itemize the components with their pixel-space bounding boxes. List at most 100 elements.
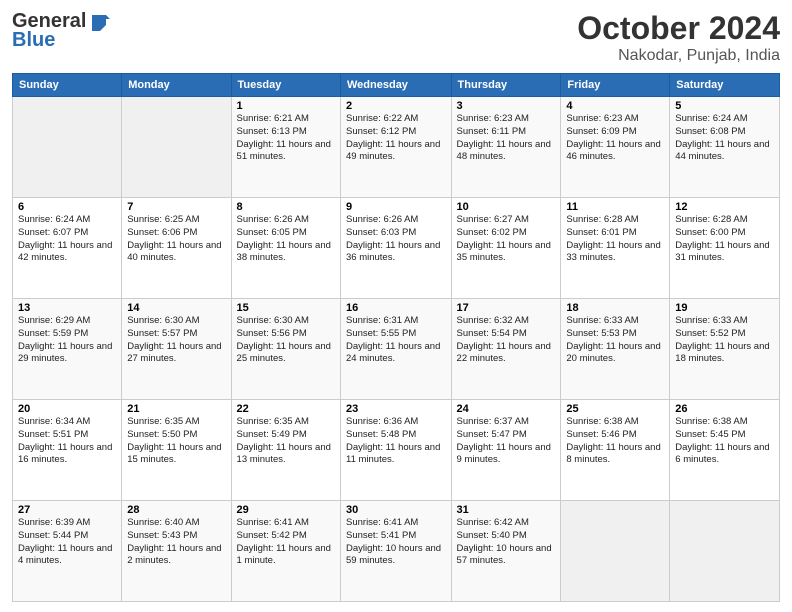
- day-number: 9: [346, 201, 446, 213]
- day-cell: 22Sunrise: 6:35 AM Sunset: 5:49 PM Dayli…: [231, 400, 340, 501]
- day-cell: 7Sunrise: 6:25 AM Sunset: 6:06 PM Daylig…: [122, 198, 231, 299]
- day-info: Sunrise: 6:41 AM Sunset: 5:42 PM Dayligh…: [237, 517, 335, 568]
- day-cell: 12Sunrise: 6:28 AM Sunset: 6:00 PM Dayli…: [670, 198, 780, 299]
- day-cell: 29Sunrise: 6:41 AM Sunset: 5:42 PM Dayli…: [231, 501, 340, 602]
- day-cell: 24Sunrise: 6:37 AM Sunset: 5:47 PM Dayli…: [451, 400, 561, 501]
- day-info: Sunrise: 6:30 AM Sunset: 5:57 PM Dayligh…: [127, 315, 225, 366]
- day-number: 17: [457, 302, 556, 314]
- day-info: Sunrise: 6:41 AM Sunset: 5:41 PM Dayligh…: [346, 517, 446, 568]
- calendar-header: SundayMondayTuesdayWednesdayThursdayFrid…: [13, 74, 780, 97]
- day-number: 1: [237, 100, 335, 112]
- day-info: Sunrise: 6:27 AM Sunset: 6:02 PM Dayligh…: [457, 214, 556, 265]
- day-cell: 21Sunrise: 6:35 AM Sunset: 5:50 PM Dayli…: [122, 400, 231, 501]
- day-info: Sunrise: 6:38 AM Sunset: 5:45 PM Dayligh…: [675, 416, 774, 467]
- day-cell: [13, 97, 122, 198]
- day-cell: 2Sunrise: 6:22 AM Sunset: 6:12 PM Daylig…: [341, 97, 452, 198]
- day-number: 8: [237, 201, 335, 213]
- day-info: Sunrise: 6:35 AM Sunset: 5:50 PM Dayligh…: [127, 416, 225, 467]
- day-cell: 8Sunrise: 6:26 AM Sunset: 6:05 PM Daylig…: [231, 198, 340, 299]
- day-cell: 19Sunrise: 6:33 AM Sunset: 5:52 PM Dayli…: [670, 299, 780, 400]
- day-cell: 31Sunrise: 6:42 AM Sunset: 5:40 PM Dayli…: [451, 501, 561, 602]
- day-number: 6: [18, 201, 116, 213]
- day-info: Sunrise: 6:28 AM Sunset: 6:01 PM Dayligh…: [566, 214, 664, 265]
- day-info: Sunrise: 6:24 AM Sunset: 6:08 PM Dayligh…: [675, 113, 774, 164]
- day-number: 30: [346, 504, 446, 516]
- title-area: October 2024 Nakodar, Punjab, India: [577, 10, 780, 65]
- header-cell-wednesday: Wednesday: [341, 74, 452, 97]
- day-number: 7: [127, 201, 225, 213]
- day-info: Sunrise: 6:29 AM Sunset: 5:59 PM Dayligh…: [18, 315, 116, 366]
- day-number: 10: [457, 201, 556, 213]
- month-title: October 2024: [577, 10, 780, 47]
- header-cell-sunday: Sunday: [13, 74, 122, 97]
- day-number: 24: [457, 403, 556, 415]
- calendar-body: 1Sunrise: 6:21 AM Sunset: 6:13 PM Daylig…: [13, 97, 780, 602]
- logo-bird-icon: [88, 11, 110, 33]
- day-info: Sunrise: 6:33 AM Sunset: 5:52 PM Dayligh…: [675, 315, 774, 366]
- day-info: Sunrise: 6:23 AM Sunset: 6:09 PM Dayligh…: [566, 113, 664, 164]
- day-info: Sunrise: 6:38 AM Sunset: 5:46 PM Dayligh…: [566, 416, 664, 467]
- day-info: Sunrise: 6:23 AM Sunset: 6:11 PM Dayligh…: [457, 113, 556, 164]
- day-number: 25: [566, 403, 664, 415]
- day-cell: 6Sunrise: 6:24 AM Sunset: 6:07 PM Daylig…: [13, 198, 122, 299]
- day-info: Sunrise: 6:31 AM Sunset: 5:55 PM Dayligh…: [346, 315, 446, 366]
- day-cell: 25Sunrise: 6:38 AM Sunset: 5:46 PM Dayli…: [561, 400, 670, 501]
- week-row-2: 13Sunrise: 6:29 AM Sunset: 5:59 PM Dayli…: [13, 299, 780, 400]
- day-cell: 15Sunrise: 6:30 AM Sunset: 5:56 PM Dayli…: [231, 299, 340, 400]
- day-number: 26: [675, 403, 774, 415]
- day-number: 11: [566, 201, 664, 213]
- day-cell: 4Sunrise: 6:23 AM Sunset: 6:09 PM Daylig…: [561, 97, 670, 198]
- day-info: Sunrise: 6:39 AM Sunset: 5:44 PM Dayligh…: [18, 517, 116, 568]
- day-number: 14: [127, 302, 225, 314]
- day-number: 22: [237, 403, 335, 415]
- day-cell: 10Sunrise: 6:27 AM Sunset: 6:02 PM Dayli…: [451, 198, 561, 299]
- day-info: Sunrise: 6:24 AM Sunset: 6:07 PM Dayligh…: [18, 214, 116, 265]
- day-cell: 26Sunrise: 6:38 AM Sunset: 5:45 PM Dayli…: [670, 400, 780, 501]
- day-cell: 28Sunrise: 6:40 AM Sunset: 5:43 PM Dayli…: [122, 501, 231, 602]
- day-info: Sunrise: 6:33 AM Sunset: 5:53 PM Dayligh…: [566, 315, 664, 366]
- week-row-0: 1Sunrise: 6:21 AM Sunset: 6:13 PM Daylig…: [13, 97, 780, 198]
- day-cell: 3Sunrise: 6:23 AM Sunset: 6:11 PM Daylig…: [451, 97, 561, 198]
- day-cell: 16Sunrise: 6:31 AM Sunset: 5:55 PM Dayli…: [341, 299, 452, 400]
- day-number: 18: [566, 302, 664, 314]
- day-info: Sunrise: 6:36 AM Sunset: 5:48 PM Dayligh…: [346, 416, 446, 467]
- day-cell: [561, 501, 670, 602]
- day-cell: 17Sunrise: 6:32 AM Sunset: 5:54 PM Dayli…: [451, 299, 561, 400]
- day-info: Sunrise: 6:26 AM Sunset: 6:03 PM Dayligh…: [346, 214, 446, 265]
- day-number: 12: [675, 201, 774, 213]
- day-number: 31: [457, 504, 556, 516]
- day-cell: 9Sunrise: 6:26 AM Sunset: 6:03 PM Daylig…: [341, 198, 452, 299]
- day-number: 2: [346, 100, 446, 112]
- week-row-4: 27Sunrise: 6:39 AM Sunset: 5:44 PM Dayli…: [13, 501, 780, 602]
- day-number: 15: [237, 302, 335, 314]
- day-number: 28: [127, 504, 225, 516]
- day-number: 5: [675, 100, 774, 112]
- day-cell: 20Sunrise: 6:34 AM Sunset: 5:51 PM Dayli…: [13, 400, 122, 501]
- day-number: 3: [457, 100, 556, 112]
- location: Nakodar, Punjab, India: [577, 47, 780, 65]
- day-number: 29: [237, 504, 335, 516]
- day-number: 13: [18, 302, 116, 314]
- week-row-1: 6Sunrise: 6:24 AM Sunset: 6:07 PM Daylig…: [13, 198, 780, 299]
- day-info: Sunrise: 6:26 AM Sunset: 6:05 PM Dayligh…: [237, 214, 335, 265]
- day-number: 20: [18, 403, 116, 415]
- day-cell: 30Sunrise: 6:41 AM Sunset: 5:41 PM Dayli…: [341, 501, 452, 602]
- header-cell-friday: Friday: [561, 74, 670, 97]
- header-cell-monday: Monday: [122, 74, 231, 97]
- day-info: Sunrise: 6:22 AM Sunset: 6:12 PM Dayligh…: [346, 113, 446, 164]
- week-row-3: 20Sunrise: 6:34 AM Sunset: 5:51 PM Dayli…: [13, 400, 780, 501]
- day-number: 23: [346, 403, 446, 415]
- day-number: 4: [566, 100, 664, 112]
- day-cell: 27Sunrise: 6:39 AM Sunset: 5:44 PM Dayli…: [13, 501, 122, 602]
- day-info: Sunrise: 6:30 AM Sunset: 5:56 PM Dayligh…: [237, 315, 335, 366]
- day-cell: 23Sunrise: 6:36 AM Sunset: 5:48 PM Dayli…: [341, 400, 452, 501]
- day-cell: 5Sunrise: 6:24 AM Sunset: 6:08 PM Daylig…: [670, 97, 780, 198]
- day-info: Sunrise: 6:35 AM Sunset: 5:49 PM Dayligh…: [237, 416, 335, 467]
- day-cell: 14Sunrise: 6:30 AM Sunset: 5:57 PM Dayli…: [122, 299, 231, 400]
- day-info: Sunrise: 6:34 AM Sunset: 5:51 PM Dayligh…: [18, 416, 116, 467]
- header-cell-saturday: Saturday: [670, 74, 780, 97]
- day-info: Sunrise: 6:42 AM Sunset: 5:40 PM Dayligh…: [457, 517, 556, 568]
- page: General Blue October 2024 Nakodar, Punja…: [0, 0, 792, 612]
- calendar-table: SundayMondayTuesdayWednesdayThursdayFrid…: [12, 73, 780, 602]
- logo-blue: Blue: [12, 29, 55, 52]
